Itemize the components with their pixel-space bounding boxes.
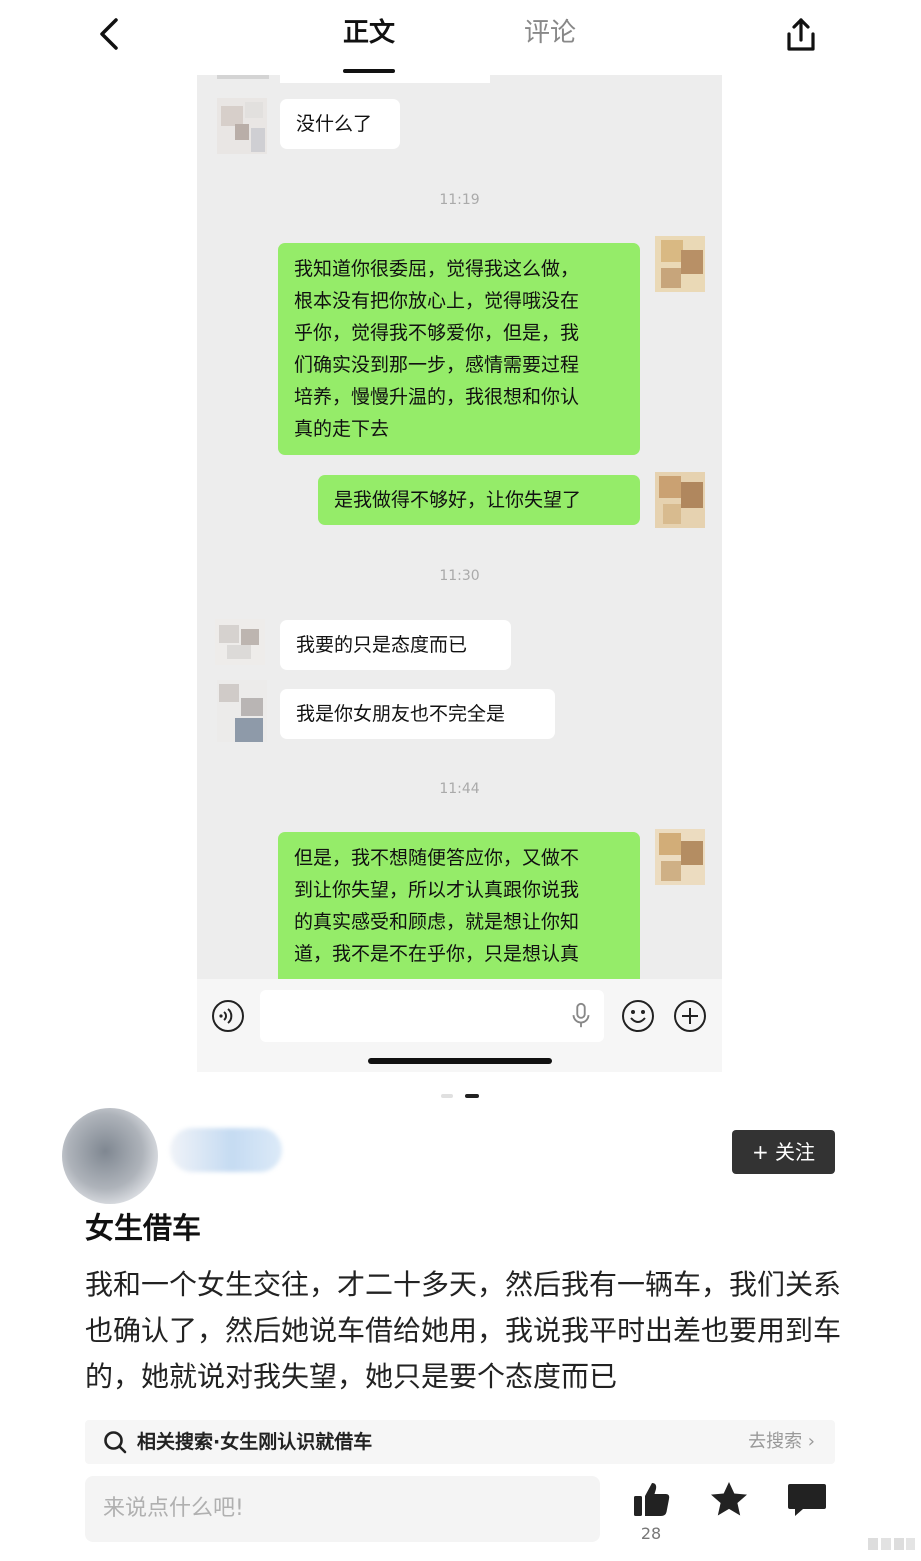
bottom-bar: 来说点什么吧! 28 xyxy=(0,1464,921,1561)
cropped-avatar xyxy=(217,75,269,79)
chevron-left-icon[interactable] xyxy=(92,14,128,54)
message-incoming: 我要的只是态度而已 xyxy=(280,620,511,670)
emoji-icon[interactable] xyxy=(621,999,655,1033)
follow-button[interactable]: + 关注 xyxy=(732,1130,835,1174)
user-avatar xyxy=(655,236,705,292)
voice-icon[interactable] xyxy=(211,999,245,1033)
chat-screenshot: 没什么了 11:19 我知道你很委屈，觉得我这么做， 根本没有把你放心上，觉得哦… xyxy=(197,75,722,1072)
share-icon[interactable] xyxy=(780,14,822,56)
related-search-label: 相关搜索·女生刚认识就借车 xyxy=(137,1431,373,1453)
post-title: 女生借车 xyxy=(85,1211,202,1245)
go-search-link[interactable]: 去搜索 › xyxy=(748,1428,815,1456)
comment-icon[interactable] xyxy=(786,1480,828,1520)
tab-main[interactable]: 正文 xyxy=(343,16,395,50)
plus-icon[interactable] xyxy=(673,999,707,1033)
user-avatar xyxy=(655,829,705,885)
author-name-blurred[interactable] xyxy=(170,1128,282,1172)
contact-avatar xyxy=(217,98,267,154)
image-pager-dot-active xyxy=(465,1094,479,1098)
user-avatar xyxy=(655,472,705,528)
message-outgoing: 我知道你很委屈，觉得我这么做， 根本没有把你放心上，觉得哦没在 乎你，觉得我不够… xyxy=(278,243,640,455)
post-body: 我和一个女生交往，才二十多天，然后我有一辆车，我们关系也确认了，然后她说车借给她… xyxy=(85,1268,842,1393)
mic-icon[interactable] xyxy=(570,1002,592,1030)
chat-input-bar xyxy=(197,979,722,1072)
tab-indicator xyxy=(343,69,395,73)
timestamp: 11:44 xyxy=(439,781,480,797)
search-icon xyxy=(104,1431,127,1454)
author-avatar[interactable] xyxy=(62,1108,158,1204)
message-incoming: 没什么了 xyxy=(280,99,400,149)
message-outgoing: 是我做得不够好，让你失望了 xyxy=(318,475,640,525)
home-indicator xyxy=(368,1058,552,1064)
contact-avatar xyxy=(215,619,265,675)
top-nav: 正文 评论 xyxy=(0,0,921,75)
watermark-logo xyxy=(868,1538,915,1550)
message-outgoing: 但是，我不想随便答应你，又做不 到让你失望，所以才认真跟你说我 的真实感受和顾虑… xyxy=(278,832,640,992)
image-pager-dot xyxy=(441,1094,453,1098)
related-search[interactable]: 相关搜索·女生刚认识就借车 去搜索 › xyxy=(85,1420,835,1464)
star-icon[interactable] xyxy=(709,1480,749,1520)
like-count: 28 xyxy=(640,1524,662,1543)
timestamp: 11:19 xyxy=(439,192,480,208)
comment-input[interactable]: 来说点什么吧! xyxy=(85,1476,600,1542)
timestamp: 11:30 xyxy=(439,568,480,584)
tab-comments[interactable]: 评论 xyxy=(524,16,576,50)
thumbs-up-icon[interactable] xyxy=(632,1480,672,1520)
contact-avatar xyxy=(217,680,267,742)
message-input[interactable] xyxy=(260,990,604,1042)
cropped-bubble xyxy=(280,75,490,83)
message-incoming: 我是你女朋友也不完全是 xyxy=(280,689,555,739)
